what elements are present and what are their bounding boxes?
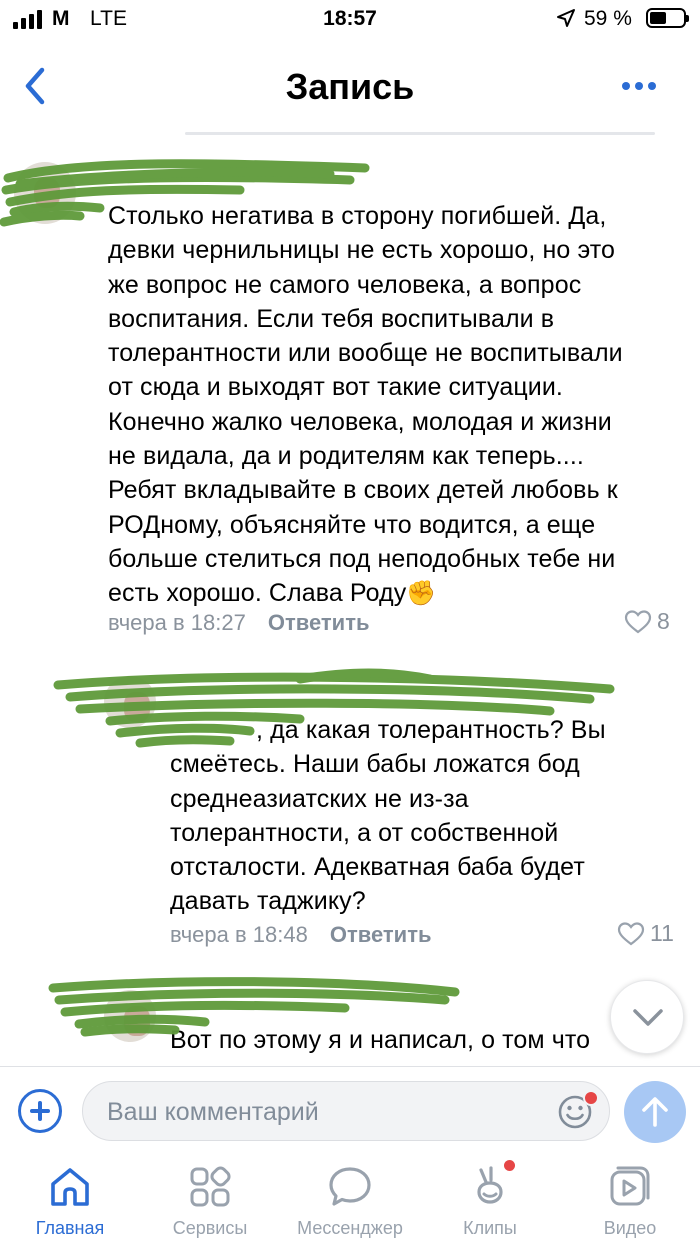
notification-dot [583, 1090, 599, 1106]
video-icon [610, 1166, 650, 1206]
divider [185, 132, 655, 135]
send-button[interactable] [624, 1081, 686, 1143]
redaction-scribble [48, 977, 460, 1037]
redaction-scribble [53, 668, 615, 748]
reply-button[interactable]: Ответить [330, 922, 432, 947]
comment-date: вчера в 18:27 [108, 610, 246, 635]
redaction-scribble [0, 159, 370, 227]
arrow-up-icon [642, 1097, 668, 1127]
tab-label: Клипы [463, 1218, 517, 1238]
comment-composer [0, 1066, 700, 1157]
tab-bar: Главная Сервисы Мессенджер Клипы Видео [0, 1156, 700, 1245]
tab-label: Главная [35, 1218, 105, 1238]
like-button[interactable]: 8 [624, 608, 670, 635]
reply-button[interactable]: Ответить [268, 610, 370, 635]
clips-icon [477, 1166, 503, 1204]
location-arrow-icon [557, 9, 575, 27]
battery-percent: 59 % [584, 7, 632, 30]
tab-services[interactable]: Сервисы [140, 1164, 280, 1239]
nav-header: Запись [0, 44, 700, 132]
tab-label: Видео [603, 1218, 657, 1238]
tab-label: Сервисы [172, 1218, 248, 1238]
tab-label: Мессенджер [297, 1218, 403, 1238]
like-count: 11 [650, 920, 674, 946]
heart-icon [617, 921, 645, 945]
chevron-down-icon [633, 1009, 663, 1026]
battery-icon [646, 8, 689, 28]
more-options-icon[interactable] [622, 82, 656, 90]
messenger-icon [329, 1167, 371, 1206]
comment-meta: вчера в 18:48 Ответить [170, 922, 432, 948]
attach-plus-icon[interactable] [18, 1089, 62, 1133]
like-count: 8 [657, 608, 670, 634]
tab-home[interactable]: Главная [0, 1164, 140, 1239]
tab-clips[interactable]: Клипы [420, 1160, 560, 1239]
comment-text: Столько негатива в сторону погибшей. Да,… [108, 202, 623, 608]
comment-meta: вчера в 18:27 Ответить [108, 610, 370, 636]
comment-date: вчера в 18:48 [170, 922, 308, 947]
services-icon [190, 1166, 231, 1207]
comment-field [82, 1081, 610, 1141]
raised-fist-emoji: ✊ [406, 580, 437, 608]
comment-input[interactable] [105, 1094, 549, 1130]
page-title: Запись [285, 66, 415, 107]
notification-dot [504, 1160, 515, 1171]
like-button[interactable]: 11 [617, 920, 674, 947]
emoji-button[interactable] [557, 1090, 599, 1130]
heart-icon [624, 609, 652, 633]
status-bar: M LTE 18:57 59 % [0, 0, 700, 40]
scroll-down-button[interactable] [610, 980, 684, 1054]
tab-messenger[interactable]: Мессенджер [280, 1164, 420, 1239]
tab-video[interactable]: Видео [560, 1164, 700, 1239]
home-icon [51, 1168, 89, 1206]
